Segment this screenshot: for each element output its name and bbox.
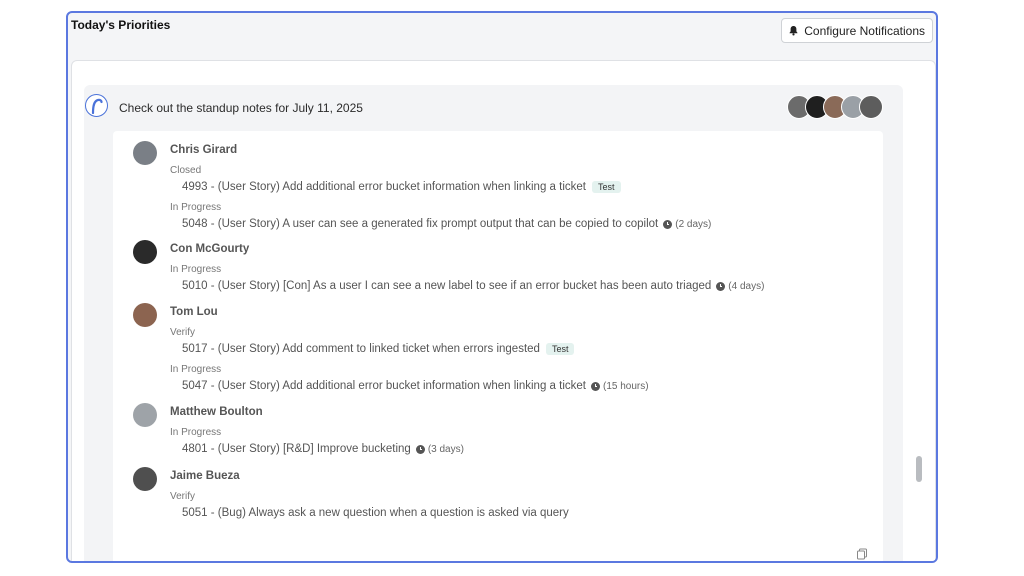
avatar	[133, 240, 157, 264]
person-name: Tom Lou	[170, 306, 218, 318]
card-header: Check out the standup notes for July 11,…	[84, 85, 903, 131]
status-label: In Progress	[170, 202, 222, 213]
work-item[interactable]: 5017 - (User Story) Add comment to linke…	[182, 343, 575, 355]
notes-panel: Check out the standup notes for July 11,…	[71, 60, 936, 561]
person-name: Chris Girard	[170, 144, 238, 156]
work-item-title: 4993 - (User Story) Add additional error…	[182, 181, 586, 193]
clock-icon	[663, 219, 673, 229]
status-label: In Progress	[170, 427, 222, 438]
avatar	[133, 403, 157, 427]
status-label: Verify	[170, 327, 196, 338]
work-item-title: 5051 - (Bug) Always ask a new question w…	[182, 507, 569, 519]
work-item-title: 4801 - (User Story) [R&D] Improve bucket…	[182, 443, 411, 455]
duration-text: (15 hours)	[602, 380, 649, 392]
clock-icon	[716, 281, 726, 291]
clock-icon	[590, 381, 600, 391]
copy-icon[interactable]	[856, 548, 868, 560]
person-name: Jaime Bueza	[170, 470, 240, 482]
work-item[interactable]: 5051 - (Bug) Always ask a new question w…	[182, 507, 569, 519]
tag-badge: Test	[591, 181, 621, 193]
work-item-title: 5048 - (User Story) A user can see a gen…	[182, 218, 659, 230]
participant-avatars	[787, 95, 883, 119]
scrollbar-thumb[interactable]	[916, 456, 922, 482]
status-label: Closed	[170, 165, 202, 176]
standup-card: Check out the standup notes for July 11,…	[84, 85, 903, 561]
standup-headline: Check out the standup notes for July 11,…	[119, 101, 363, 115]
configure-notifications-button[interactable]: Configure Notifications	[781, 18, 933, 43]
work-item[interactable]: 4993 - (User Story) Add additional error…	[182, 181, 621, 193]
duration: (4 days)	[716, 281, 764, 292]
configure-notifications-label: Configure Notifications	[804, 23, 925, 38]
work-item-title: 5017 - (User Story) Add comment to linke…	[182, 343, 540, 355]
person-name: Con McGourty	[170, 243, 250, 255]
person-name: Matthew Boulton	[170, 406, 263, 418]
work-item[interactable]: 5048 - (User Story) A user can see a gen…	[182, 218, 711, 230]
participant-avatar[interactable]	[859, 95, 883, 119]
status-label: Verify	[170, 491, 196, 502]
duration: (3 days)	[415, 443, 464, 455]
tag-badge: Test	[545, 343, 575, 355]
avatar	[133, 467, 157, 491]
priorities-widget: Today's Priorities Configure Notificatio…	[66, 11, 938, 563]
duration: (2 days)	[663, 219, 711, 230]
work-item[interactable]: 5010 - (User Story) [Con] As a user I ca…	[182, 280, 764, 292]
status-label: In Progress	[170, 264, 222, 275]
work-item-title: 5010 - (User Story) [Con] As a user I ca…	[182, 280, 712, 292]
work-item[interactable]: 5047 - (User Story) Add additional error…	[182, 380, 649, 392]
clock-icon	[415, 444, 425, 454]
widget-title: Today's Priorities	[71, 18, 171, 32]
status-label: In Progress	[170, 364, 222, 375]
duration-text: (2 days)	[675, 218, 712, 230]
duration-text: (4 days)	[728, 280, 765, 292]
duration: (15 hours)	[590, 380, 649, 392]
work-item-title: 5047 - (User Story) Add additional error…	[182, 380, 586, 392]
standup-notes: Chris Girard Closed 4993 - (User Story) Ad…	[113, 131, 883, 561]
r-logo-icon	[85, 94, 108, 117]
avatar	[133, 303, 157, 327]
bell-icon	[789, 26, 798, 36]
avatar	[133, 141, 157, 165]
work-item[interactable]: 4801 - (User Story) [R&D] Improve bucket…	[182, 443, 464, 455]
duration-text: (3 days)	[427, 443, 464, 455]
